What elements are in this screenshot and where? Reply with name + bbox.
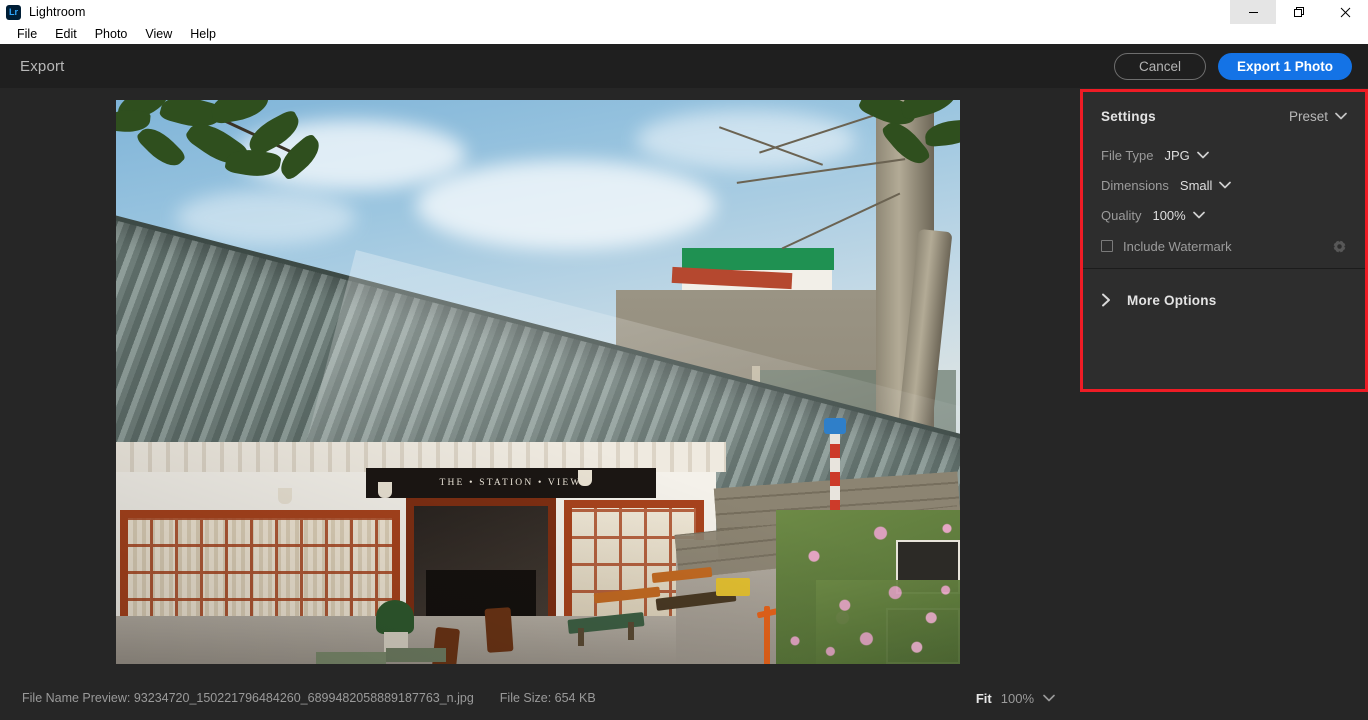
export-header: Export Cancel Export 1 Photo — [0, 44, 1368, 88]
status-bar-left: File Name Preview: 93234720_150221796484… — [22, 691, 596, 705]
leaf — [896, 100, 960, 122]
potted-plant — [375, 600, 414, 634]
zoom-level[interactable]: 100% — [1001, 691, 1034, 706]
pole-top — [823, 418, 846, 434]
menu-item-edit[interactable]: Edit — [46, 24, 86, 44]
minimize-icon — [1248, 11, 1258, 13]
content-area: THE • STATION • VIEW File Name Preview: … — [0, 88, 1368, 720]
cloud — [415, 160, 716, 250]
handrail-post — [763, 606, 770, 664]
window-controls — [1230, 0, 1368, 24]
photo-preview-area: THE • STATION • VIEW — [0, 88, 1075, 676]
zoom-controls: Fit 100% — [976, 691, 1055, 706]
close-button[interactable] — [1322, 0, 1368, 24]
bench-leg — [627, 622, 634, 640]
window-title: Lightroom — [29, 5, 86, 19]
logo-text: Lr — [9, 6, 18, 17]
leaf — [923, 118, 960, 148]
header-actions: Cancel Export 1 Photo — [1113, 44, 1352, 88]
file-size: File Size: 654 KB — [499, 691, 596, 705]
export-photo-button[interactable]: Export 1 Photo — [1217, 52, 1352, 80]
hanging-lamp — [577, 470, 592, 486]
flower-bed — [815, 580, 960, 664]
lightroom-logo-icon: Lr — [6, 4, 21, 20]
step-block — [385, 648, 446, 662]
menu-item-help[interactable]: Help — [181, 24, 225, 44]
green-roof — [681, 248, 834, 270]
chevron-down-icon[interactable] — [1043, 694, 1055, 702]
settings-panel-highlight — [1080, 89, 1368, 392]
settings-column: Settings Preset File Type JPG Dimensions… — [1075, 88, 1368, 720]
maximize-button[interactable] — [1276, 0, 1322, 24]
status-bar: File Name Preview: 93234720_150221796484… — [0, 676, 1075, 720]
fit-button[interactable]: Fit — [976, 691, 992, 706]
cloud — [635, 110, 856, 170]
file-name-preview: File Name Preview: 93234720_150221796484… — [22, 691, 474, 705]
shop-sign-text: THE • STATION • VIEW — [439, 478, 582, 488]
shop-sign[interactable]: THE • STATION • VIEW — [365, 468, 656, 498]
hanging-lamp — [277, 488, 292, 504]
cancel-button[interactable]: Cancel — [1113, 52, 1206, 80]
hanging-lamp — [377, 482, 392, 498]
bench-leg — [577, 628, 584, 646]
page-title: Export — [20, 57, 65, 75]
step-block — [315, 652, 386, 664]
menu-item-file[interactable]: File — [8, 24, 46, 44]
leaf — [208, 100, 271, 125]
minimize-button[interactable] — [1230, 0, 1276, 24]
menu-item-view[interactable]: View — [136, 24, 181, 44]
window-titlebar: Lr Lightroom — [0, 0, 1368, 24]
photo-preview[interactable]: THE • STATION • VIEW — [115, 100, 960, 664]
close-icon — [1340, 7, 1350, 17]
foliage-cluster — [115, 100, 436, 240]
maximize-icon — [1293, 6, 1304, 17]
foliage-cluster — [840, 100, 960, 196]
chair — [483, 607, 514, 653]
yellow-equipment — [715, 578, 750, 596]
menubar: File Edit Photo View Help — [0, 24, 1368, 44]
menu-item-photo[interactable]: Photo — [86, 24, 137, 44]
door-chalkboard — [425, 570, 536, 620]
